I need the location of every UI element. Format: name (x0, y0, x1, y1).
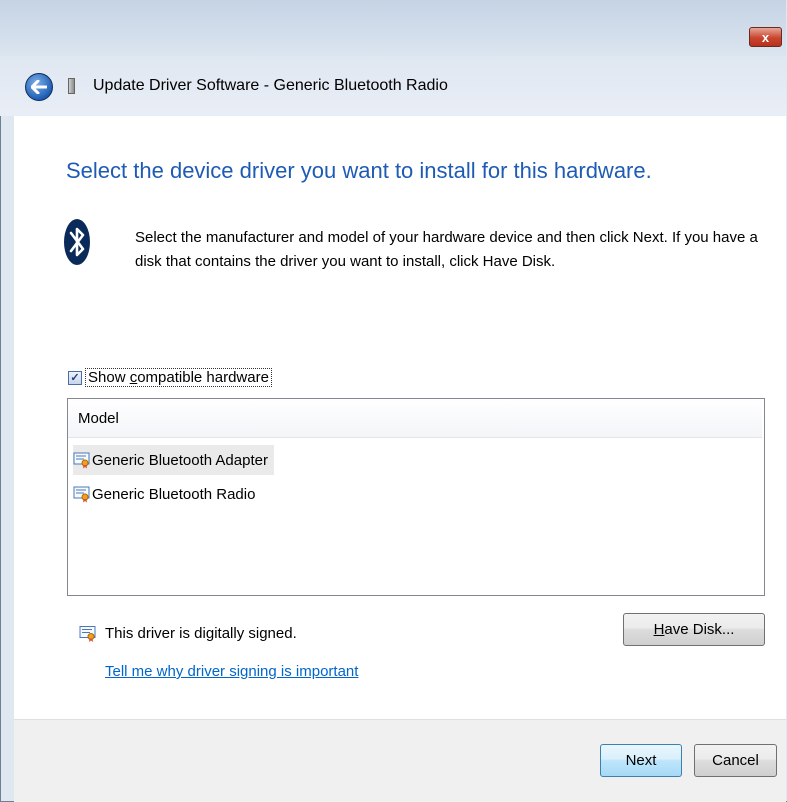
back-arrow-icon (31, 80, 47, 94)
show-compatible-label[interactable]: Show compatible hardware (85, 368, 272, 387)
close-icon: x (761, 29, 770, 45)
window-title: Update Driver Software - Generic Bluetoo… (93, 77, 448, 94)
model-label: Generic Bluetooth Adapter (92, 451, 268, 469)
bluetooth-icon (64, 219, 90, 265)
certificate-icon (79, 626, 96, 642)
certificate-icon (73, 452, 90, 468)
list-item[interactable]: Generic Bluetooth Adapter (73, 445, 274, 475)
show-compatible-row[interactable]: ✓ Show compatible hardware (68, 368, 272, 387)
show-compatible-checkbox[interactable]: ✓ (68, 370, 82, 385)
page-heading: Select the device driver you want to ins… (66, 158, 652, 183)
close-button[interactable]: x (749, 27, 782, 47)
have-disk-button[interactable]: Have Disk... (623, 613, 765, 646)
list-item[interactable]: Generic Bluetooth Radio (73, 479, 255, 509)
back-button[interactable] (25, 73, 53, 101)
next-button[interactable]: Next (600, 744, 682, 777)
model-label: Generic Bluetooth Radio (92, 485, 256, 503)
certificate-icon (73, 486, 90, 502)
title-bar (0, 0, 786, 56)
model-list[interactable]: Model Generic Bluetooth Adapter Generic … (67, 398, 765, 596)
cancel-button[interactable]: Cancel (694, 744, 777, 777)
signing-status: This driver is digitally signed. (105, 625, 297, 642)
device-icon (68, 78, 75, 94)
model-column-header[interactable]: Model (68, 399, 762, 438)
instruction-text: Select the manufacturer and model of you… (135, 229, 758, 270)
driver-signing-link[interactable]: Tell me why driver signing is important (105, 663, 358, 680)
